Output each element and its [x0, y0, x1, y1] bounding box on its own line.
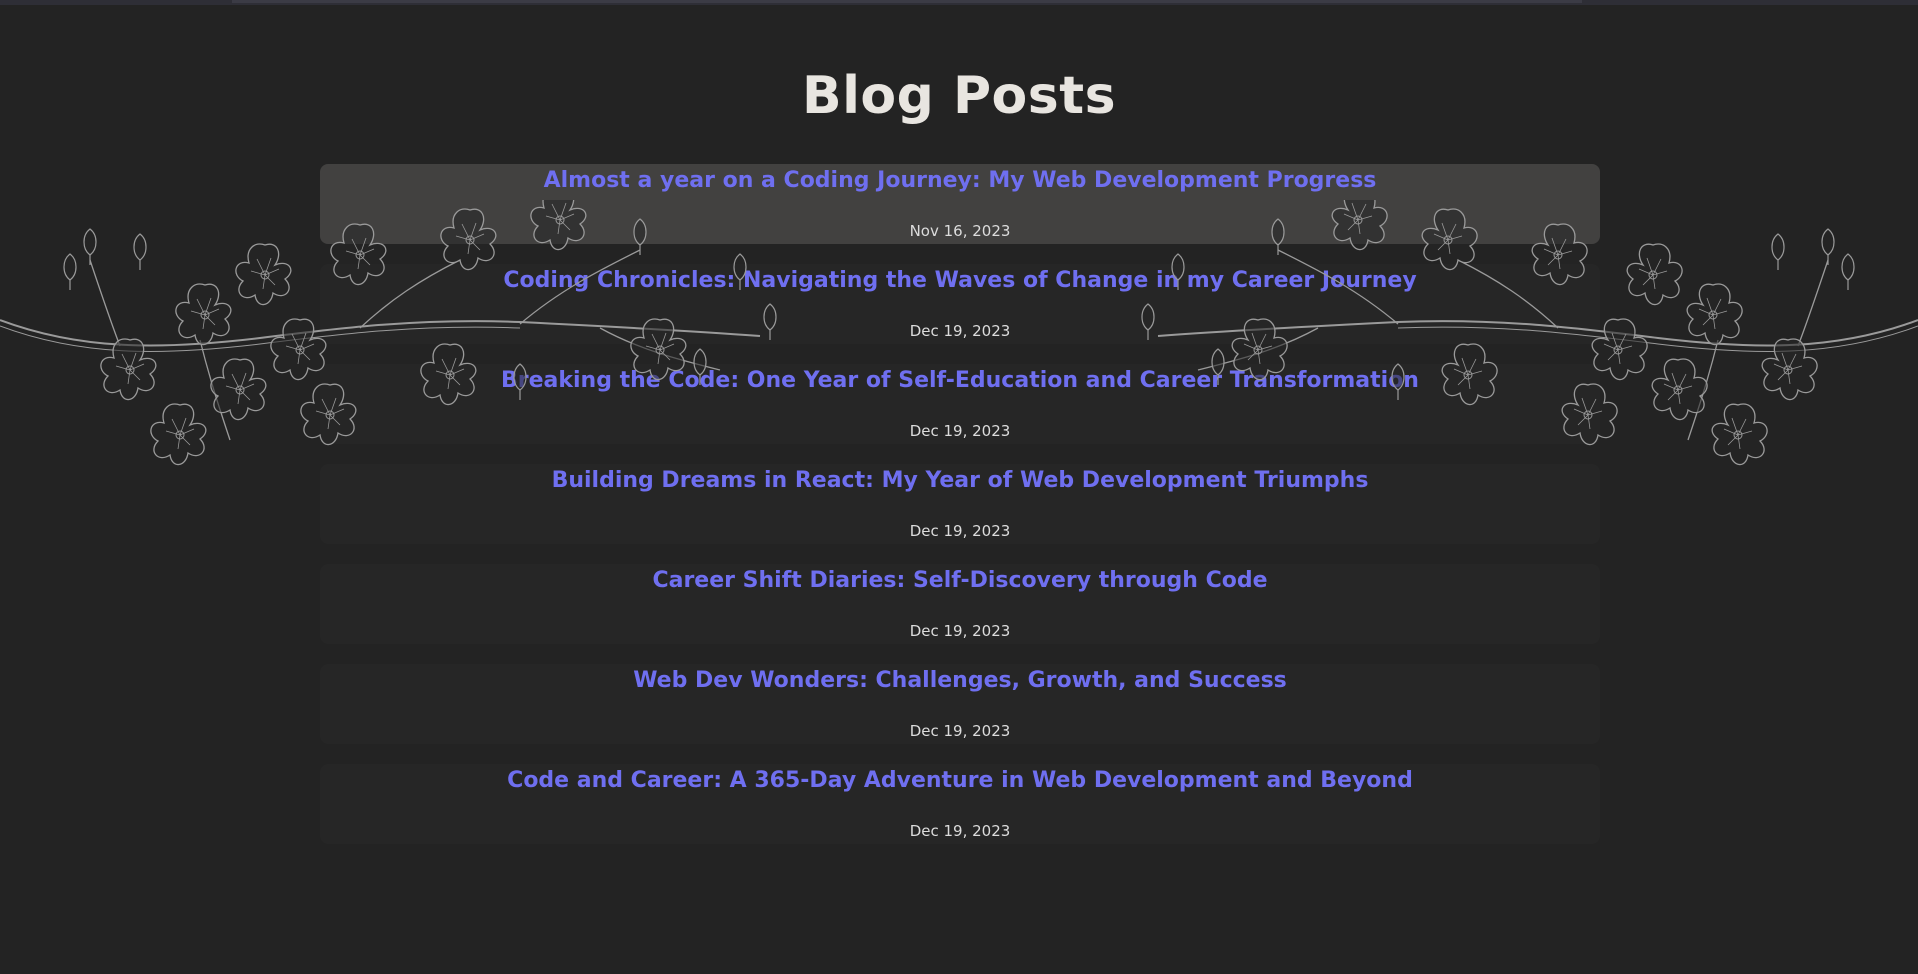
post-card[interactable]: Building Dreams in React: My Year of Web…	[320, 464, 1600, 544]
post-date: Nov 16, 2023	[909, 222, 1011, 240]
top-scrollbar[interactable]	[0, 0, 1918, 5]
post-date: Dec 19, 2023	[909, 522, 1011, 540]
post-title-link[interactable]: Coding Chronicles: Navigating the Waves …	[320, 268, 1600, 293]
post-card[interactable]: Career Shift Diaries: Self-Discovery thr…	[320, 564, 1600, 644]
post-title-link[interactable]: Breaking the Code: One Year of Self-Educ…	[320, 368, 1600, 393]
post-card[interactable]: Coding Chronicles: Navigating the Waves …	[320, 264, 1600, 344]
post-date: Dec 19, 2023	[909, 622, 1011, 640]
post-title-link[interactable]: Almost a year on a Coding Journey: My We…	[320, 168, 1600, 193]
post-date: Dec 19, 2023	[909, 422, 1011, 440]
post-card[interactable]: Web Dev Wonders: Challenges, Growth, and…	[320, 664, 1600, 744]
scrollbar-thumb[interactable]	[232, 0, 1582, 3]
post-date: Dec 19, 2023	[909, 722, 1011, 740]
post-title-link[interactable]: Web Dev Wonders: Challenges, Growth, and…	[320, 668, 1600, 693]
post-date: Dec 19, 2023	[909, 322, 1011, 340]
page-title: Blog Posts	[801, 66, 1117, 126]
page: Blog Posts Almost a year on a Coding Jou…	[0, 0, 1918, 974]
post-card[interactable]: Breaking the Code: One Year of Self-Educ…	[320, 364, 1600, 444]
post-card[interactable]: Code and Career: A 365-Day Adventure in …	[320, 764, 1600, 844]
post-date: Dec 19, 2023	[909, 822, 1011, 840]
post-list: Almost a year on a Coding Journey: My We…	[320, 164, 1600, 864]
post-card[interactable]: Almost a year on a Coding Journey: My We…	[320, 164, 1600, 244]
post-title-link[interactable]: Building Dreams in React: My Year of Web…	[320, 468, 1600, 493]
post-title-link[interactable]: Code and Career: A 365-Day Adventure in …	[320, 768, 1600, 793]
post-title-link[interactable]: Career Shift Diaries: Self-Discovery thr…	[320, 568, 1600, 593]
